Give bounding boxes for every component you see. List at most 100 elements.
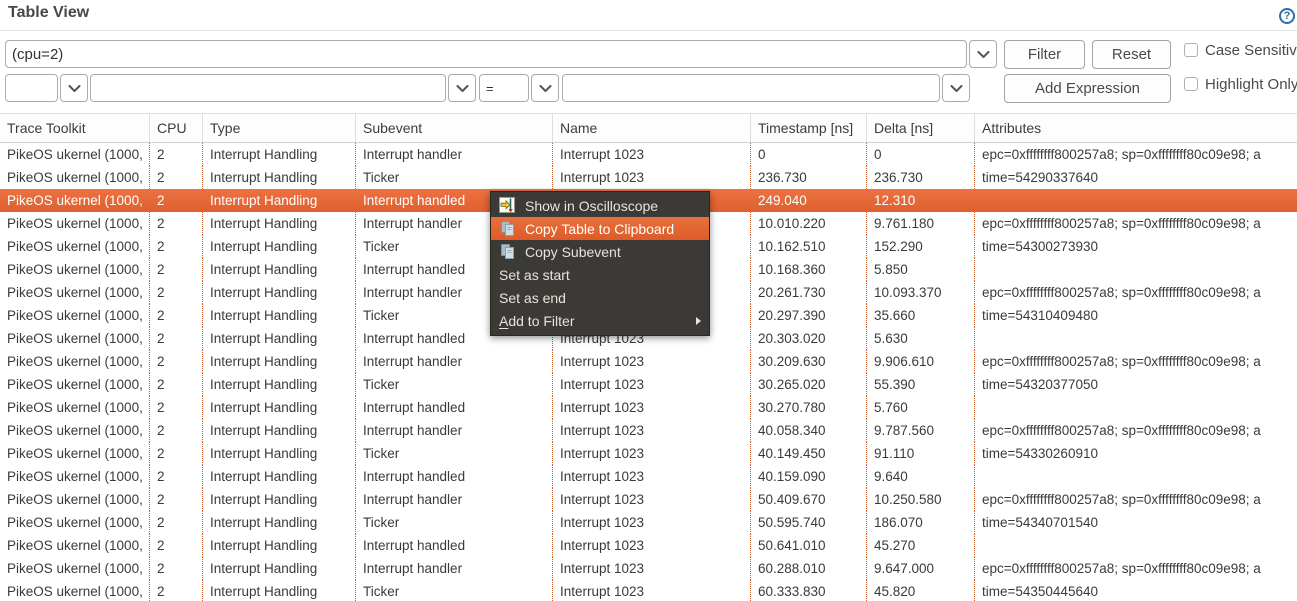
table-row[interactable]: PikeOS ukernel (1000, 2 Interrupt Handling… [0, 488, 1297, 511]
cell-cpu: 2 [150, 143, 203, 166]
table-header-row[interactable]: Trace Toolkit CPU Type Subevent Name Timestam… [0, 113, 1297, 143]
table-row[interactable]: PikeOS ukernel (1000, 2 Interrupt Handling… [0, 534, 1297, 557]
table-row[interactable]: PikeOS ukernel (1000, 2 Interrupt Handling… [0, 373, 1297, 396]
cell-subevent: Interrupt handled [356, 534, 553, 557]
cell-name: Interrupt 1023 [553, 143, 751, 166]
cell-timestamp: 40.159.090 [751, 465, 867, 488]
cell-cpu: 2 [150, 557, 203, 580]
column-header[interactable]: Timestamp [ns] [751, 114, 867, 142]
cell-type: Interrupt Handling [203, 281, 356, 304]
cell-trace: PikeOS ukernel (1000, [0, 580, 150, 601]
column-header[interactable]: Attributes [975, 114, 1297, 142]
table-row[interactable]: PikeOS ukernel (1000, 2 Interrupt Handling… [0, 580, 1297, 601]
chevron-down-icon [977, 47, 990, 62]
table-row[interactable]: PikeOS ukernel (1000, 2 Interrupt Handling… [0, 442, 1297, 465]
column-header[interactable]: CPU [150, 114, 203, 142]
cell-attributes: epc=0xffffffff800257a8; sp=0xffffffff80c… [982, 354, 1261, 369]
column-header[interactable]: Type [203, 114, 356, 142]
table-row[interactable]: PikeOS ukernel (1000, 2 Interrupt Handling… [0, 511, 1297, 534]
filter-operator-input[interactable] [479, 74, 529, 102]
cell-trace: PikeOS ukernel (1000, [0, 488, 150, 511]
chevron-down-icon [950, 81, 963, 96]
add-expression-button[interactable]: Add Expression [1004, 74, 1171, 103]
help-icon[interactable]: ? [1279, 8, 1295, 24]
cell-delta: 9.761.180 [867, 212, 975, 235]
filter-field2-dropdown-button[interactable] [448, 74, 476, 102]
filter-field1-input[interactable] [5, 74, 58, 102]
filter-field1-dropdown-button[interactable] [60, 74, 88, 102]
cell-type: Interrupt Handling [203, 534, 356, 557]
cell-cpu: 2 [157, 193, 165, 208]
menu-item-add-to-filter[interactable]: Add to Filter [491, 309, 709, 332]
cell-cpu: 2 [150, 580, 203, 601]
cell-attributes [975, 396, 1297, 419]
table-row[interactable]: PikeOS ukernel (1000, 2 Interrupt Handling… [0, 465, 1297, 488]
case-sensitive-checkbox[interactable] [1184, 43, 1198, 57]
cell-trace: PikeOS ukernel (1000, [0, 143, 150, 166]
menu-item-show-in-oscilloscope[interactable]: Show in Oscilloscope [491, 194, 709, 217]
cell-delta: 45.820 [867, 580, 975, 601]
menu-item-label: Show in Oscilloscope [525, 197, 659, 214]
cell-trace: PikeOS ukernel (1000, [7, 193, 143, 208]
case-sensitive-label: Case Sensitive [1205, 42, 1297, 59]
reset-button[interactable]: Reset [1092, 40, 1171, 69]
cell-timestamp: 10.010.220 [751, 212, 867, 235]
cell-attributes: epc=0xffffffff800257a8; sp=0xffffffff80c… [982, 147, 1261, 162]
menu-item-copy-table-to-clipboard[interactable]: Copy Table to Clipboard [491, 217, 709, 240]
column-header[interactable]: Subevent [356, 114, 553, 142]
table-row[interactable]: PikeOS ukernel (1000, 2 Interrupt Handling… [0, 143, 1297, 166]
cell-cpu: 2 [150, 465, 203, 488]
filter-expression-input[interactable] [5, 40, 967, 68]
cell-subevent: Interrupt handled [356, 465, 553, 488]
table-row[interactable]: PikeOS ukernel (1000, 2 Interrupt Handling… [0, 350, 1297, 373]
cell-attributes: time=54330260910 [982, 446, 1098, 461]
cell-timestamp: 236.730 [751, 166, 867, 189]
cell-type: Interrupt Handling [203, 212, 356, 235]
chevron-down-icon [456, 81, 469, 96]
filter-field2-input[interactable] [90, 74, 446, 102]
cell-timestamp: 40.149.450 [751, 442, 867, 465]
cell-timestamp: 40.058.340 [751, 419, 867, 442]
cell-delta: 35.660 [867, 304, 975, 327]
column-header[interactable]: Name [553, 114, 751, 142]
table-row[interactable]: PikeOS ukernel (1000, 2 Interrupt Handling… [0, 419, 1297, 442]
menu-item-set-as-start[interactable]: Set as start [491, 263, 709, 286]
highlight-only-checkbox[interactable] [1184, 77, 1198, 91]
column-header[interactable]: Delta [ns] [867, 114, 975, 142]
cell-type: Interrupt Handling [203, 580, 356, 601]
submenu-arrow-icon [696, 316, 701, 325]
cell-timestamp: 60.333.830 [751, 580, 867, 601]
cell-type: Interrupt Handling [203, 327, 356, 350]
cell-delta: 236.730 [867, 166, 975, 189]
cell-subevent: Ticker [356, 166, 553, 189]
filter-field3-dropdown-button[interactable] [942, 74, 970, 102]
cell-subevent: Interrupt handled [356, 396, 553, 419]
cell-cpu: 2 [150, 534, 203, 557]
table-view-panel: Table View ? Filter Reset Case Sensitive… [0, 0, 1297, 601]
filter-field3-input[interactable] [562, 74, 940, 102]
cell-timestamp: 30.270.780 [751, 396, 867, 419]
cell-timestamp: 30.209.630 [751, 350, 867, 373]
menu-item-copy-subevent[interactable]: Copy Subevent [491, 240, 709, 263]
cell-trace: PikeOS ukernel (1000, [0, 442, 150, 465]
filter-expression-dropdown-button[interactable] [969, 40, 997, 68]
highlight-only-label: Highlight Only [1205, 76, 1297, 93]
column-header[interactable]: Trace Toolkit [0, 114, 150, 142]
cell-delta: 91.110 [867, 442, 975, 465]
cell-name: Interrupt 1023 [553, 580, 751, 601]
menu-item-set-as-end[interactable]: Set as end [491, 286, 709, 309]
cell-cpu: 2 [150, 511, 203, 534]
filter-button[interactable]: Filter [1004, 40, 1085, 69]
filter-operator-dropdown-button[interactable] [531, 74, 559, 102]
cell-type: Interrupt Handling [203, 557, 356, 580]
menu-item-label: Copy Table to Clipboard [525, 220, 675, 237]
cell-cpu: 2 [150, 327, 203, 350]
cell-trace: PikeOS ukernel (1000, [0, 465, 150, 488]
table-row[interactable]: PikeOS ukernel (1000, 2 Interrupt Handling… [0, 166, 1297, 189]
cell-delta: 186.070 [867, 511, 975, 534]
menu-item-label: Copy Subevent [525, 243, 621, 260]
cell-trace: PikeOS ukernel (1000, [0, 304, 150, 327]
table-row[interactable]: PikeOS ukernel (1000, 2 Interrupt Handling… [0, 396, 1297, 419]
table-row[interactable]: PikeOS ukernel (1000, 2 Interrupt Handling… [0, 557, 1297, 580]
cell-timestamp: 10.162.510 [751, 235, 867, 258]
